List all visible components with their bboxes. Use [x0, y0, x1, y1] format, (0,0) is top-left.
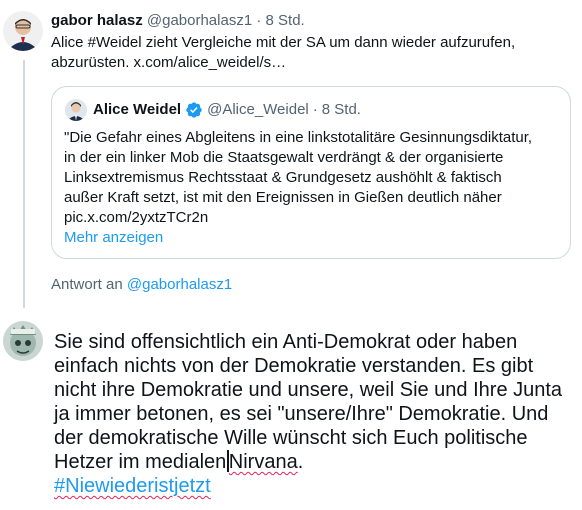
quoted-tweet-text: "Die Gefahr eines Abgleitens in eine lin… [64, 128, 564, 228]
show-more-link[interactable]: Mehr anzeigen [64, 228, 163, 248]
quoted-author-handle: @Alice_Weidel [207, 101, 309, 118]
parent-author-handle[interactable]: @gaborhalasz1 [147, 12, 252, 29]
parent-tweet-text: Alice #Weidel zieht Vergleiche mit der S… [51, 34, 516, 71]
verified-badge-icon [186, 102, 202, 118]
reply-handle-link[interactable]: @gaborhalasz1 [127, 276, 232, 293]
parent-tweet-time[interactable]: 8 Std. [266, 12, 305, 29]
quoted-tweet-card[interactable]: Alice Weidel @Alice_Weidel · 8 Std. "Die… [51, 86, 571, 259]
gabor-avatar[interactable] [3, 11, 43, 51]
thread-connector-line [23, 60, 25, 308]
reply-prefix: Antwort an [51, 276, 123, 293]
user-avatar[interactable] [3, 321, 43, 361]
quoted-text-line: "Die Gefahr eines Abgleitens in eine lin… [64, 129, 533, 146]
separator-dot: · [256, 12, 262, 29]
composer-hashtag[interactable]: #Niewiederistjetzt [54, 475, 211, 497]
misspelled-word[interactable]: Nirvana [229, 451, 298, 473]
composer-punctuation: . [297, 451, 304, 473]
quoted-text-line: außer Kraft setzt, ist mit den Ereigniss… [64, 189, 502, 206]
quoted-text-line: in der ein linker Mob die Staatsgewalt v… [64, 149, 504, 166]
reply-composer-textarea[interactable]: Sie sind offensichtlich ein Anti-Demokra… [54, 330, 574, 498]
quoted-tweet-time: 8 Std. [321, 101, 361, 118]
quoted-author-name: Alice Weidel [93, 101, 182, 118]
composer-text: Sie sind offensichtlich ein Anti-Demokra… [54, 331, 563, 473]
quoted-text-line: pic.x.com/2yxtzTCr2n [64, 209, 209, 226]
parent-tweet-header: gabor halasz @gaborhalasz1 · 8 Std. [51, 11, 305, 31]
parent-author-name[interactable]: gabor halasz [51, 12, 143, 29]
separator-dot: · [312, 101, 318, 118]
reply-context: Antwort an @gaborhalasz1 [51, 275, 232, 295]
alice-avatar [65, 99, 87, 121]
quoted-tweet-header: Alice Weidel @Alice_Weidel · 8 Std. [93, 100, 361, 120]
quoted-text-line: Linksextremismus Rechtsstaat & Grundgese… [64, 169, 502, 186]
